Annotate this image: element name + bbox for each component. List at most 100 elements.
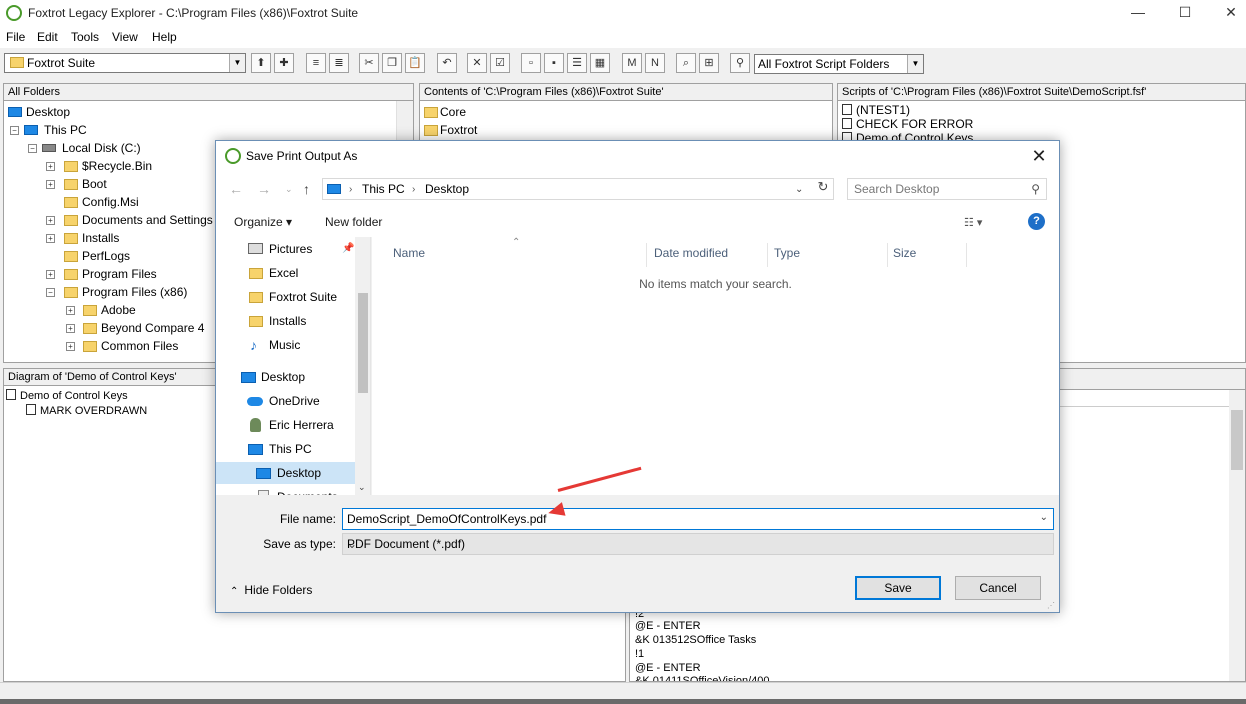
nav-item-user[interactable]: Eric Herrera [216, 414, 356, 436]
paste-icon[interactable]: 📋 [405, 53, 425, 73]
minimize-button[interactable]: — [1123, 4, 1153, 24]
nav-item-onedrive[interactable]: OneDrive [216, 390, 356, 412]
scrollbar-thumb[interactable] [1231, 410, 1243, 470]
chevron-down-icon[interactable]: ▼ [229, 54, 245, 72]
script-text-scrollbar[interactable] [1229, 390, 1245, 681]
search-box[interactable]: ⚲ [847, 178, 1047, 200]
chevron-down-icon[interactable]: ⌄ [795, 184, 803, 195]
chevron-down-icon[interactable]: ⌄ [1040, 512, 1048, 523]
tree-item-perflogs[interactable]: PerfLogs [62, 247, 130, 265]
menu-edit[interactable]: Edit [37, 30, 58, 44]
save-button[interactable]: Save [855, 576, 941, 600]
copy-icon[interactable]: ❐ [382, 53, 402, 73]
tree-item-local-disk[interactable]: Local Disk (C:) [42, 139, 141, 157]
save-type-select[interactable]: PDF Document (*.pdf) ⌄ [342, 533, 1054, 555]
tree-item-desktop[interactable]: Desktop [8, 103, 70, 121]
properties-icon[interactable]: ☑ [490, 53, 510, 73]
chevron-down-icon[interactable]: ⌄ [347, 537, 1048, 551]
refresh-icon[interactable]: ↻ [813, 179, 833, 199]
small-icons-icon[interactable]: ▪ [544, 53, 564, 73]
tree-item-installs[interactable]: Installs [62, 229, 119, 247]
tree-item-program-files[interactable]: Program Files [62, 265, 157, 283]
nav-item-installs[interactable]: Installs [216, 310, 356, 332]
expand-icon[interactable]: + [66, 324, 75, 333]
nav-item-music[interactable]: ♪ Music [216, 334, 356, 356]
expand-icon[interactable]: + [46, 270, 55, 279]
expand-icon[interactable]: + [66, 306, 75, 315]
file-name-input[interactable] [347, 511, 1027, 527]
back-icon[interactable]: ← [229, 181, 243, 197]
expand-icon[interactable]: + [46, 180, 55, 189]
nav-item-desktop-root[interactable]: Desktop [216, 366, 356, 388]
tree-item-config-msi[interactable]: Config.Msi [62, 193, 139, 211]
close-button[interactable]: ✕ [1216, 4, 1246, 24]
undo-icon[interactable]: ↶ [437, 53, 457, 73]
hide-folders-button[interactable]: ⌃ Hide Folders [230, 583, 312, 597]
copy-list-icon[interactable]: ≡ [306, 53, 326, 73]
paste-list-icon[interactable]: ≣ [329, 53, 349, 73]
expand-icon[interactable]: + [46, 162, 55, 171]
resize-grip-icon[interactable]: ⋰ [1047, 601, 1055, 610]
nav-scrollbar[interactable]: ⌄ [355, 237, 370, 495]
column-header-size[interactable]: Size [887, 243, 967, 267]
column-header-name[interactable]: Name [387, 243, 647, 267]
scrollbar-thumb[interactable] [358, 293, 368, 393]
maximize-button[interactable]: ☐ [1170, 4, 1200, 24]
recent-chevron-icon[interactable]: ⌄ [285, 184, 293, 195]
collapse-icon[interactable]: − [46, 288, 55, 297]
tree-item-adobe[interactable]: Adobe [81, 301, 136, 319]
menu-file[interactable]: File [6, 30, 25, 44]
nav-item-foxtrot-suite[interactable]: Foxtrot Suite [216, 286, 356, 308]
details-view-icon[interactable]: ▦ [590, 53, 610, 73]
organize-button[interactable]: Organize ▾ [234, 215, 292, 229]
diagram-child[interactable]: MARK OVERDRAWN [26, 403, 147, 421]
new-folder-icon[interactable]: ✚ [274, 53, 294, 73]
nav-item-pictures[interactable]: Pictures 📌 [216, 238, 356, 260]
collapse-icon[interactable]: − [10, 126, 19, 135]
view-options-icon[interactable]: ☷ ▾ [964, 216, 982, 229]
tree-item-recycle-bin[interactable]: $Recycle.Bin [62, 157, 152, 175]
list-view-icon[interactable]: ☰ [567, 53, 587, 73]
filter-icon[interactable]: ⚲ [730, 53, 750, 73]
nav-item-excel[interactable]: Excel [216, 262, 356, 284]
collapse-icon[interactable]: − [28, 144, 37, 153]
script-filter-combo[interactable]: All Foxtrot Script Folders ▼ [754, 54, 924, 74]
folder-combo[interactable]: Foxtrot Suite ▼ [4, 53, 246, 73]
tree-view-icon[interactable]: ⊞ [699, 53, 719, 73]
expand-icon[interactable]: + [46, 216, 55, 225]
tree-item-documents-settings[interactable]: Documents and Settings [62, 211, 213, 229]
nav-item-desktop-selected[interactable]: Desktop [216, 462, 356, 484]
dialog-close-button[interactable]: ✕ [1027, 145, 1051, 167]
tree-item-program-files-x86[interactable]: Program Files (x86) [62, 283, 187, 301]
nav-item-documents[interactable]: Documents [216, 486, 356, 495]
column-header-type[interactable]: Type [768, 243, 888, 267]
large-icons-icon[interactable]: ▫ [521, 53, 541, 73]
tree-item-beyond-compare[interactable]: Beyond Compare 4 [81, 319, 204, 337]
address-bar[interactable]: › This PC › Desktop ⌄ [322, 178, 834, 200]
m-mode-icon[interactable]: M [622, 53, 642, 73]
help-icon[interactable]: ? [1028, 213, 1045, 230]
n-mode-icon[interactable]: N [645, 53, 665, 73]
find-icon[interactable]: ⌕ [676, 53, 696, 73]
delete-icon[interactable]: ✕ [467, 53, 487, 73]
search-input[interactable] [854, 181, 1024, 197]
tree-item-boot[interactable]: Boot [62, 175, 107, 193]
content-item-foxtrot[interactable]: Foxtrot [422, 121, 477, 139]
menu-tools[interactable]: Tools [71, 30, 99, 44]
breadcrumb-desktop[interactable]: Desktop [425, 182, 469, 196]
new-folder-button[interactable]: New folder [325, 215, 382, 229]
chevron-down-icon[interactable]: ▼ [907, 55, 923, 73]
cut-icon[interactable]: ✂ [359, 53, 379, 73]
expand-icon[interactable]: + [46, 234, 55, 243]
scroll-down-icon[interactable]: ⌄ [358, 482, 366, 493]
nav-item-this-pc[interactable]: This PC [216, 438, 356, 460]
cancel-button[interactable]: Cancel [955, 576, 1041, 600]
pin-icon[interactable]: 📌 [342, 238, 354, 260]
up-folder-icon[interactable]: ⬆ [251, 53, 271, 73]
menu-help[interactable]: Help [152, 30, 177, 44]
file-name-field[interactable]: ⌄ [342, 508, 1054, 530]
expand-icon[interactable]: + [66, 342, 75, 351]
breadcrumb-this-pc[interactable]: This PC [362, 182, 405, 196]
column-header-date-modified[interactable]: Date modified [648, 243, 768, 267]
menu-view[interactable]: View [112, 30, 138, 44]
